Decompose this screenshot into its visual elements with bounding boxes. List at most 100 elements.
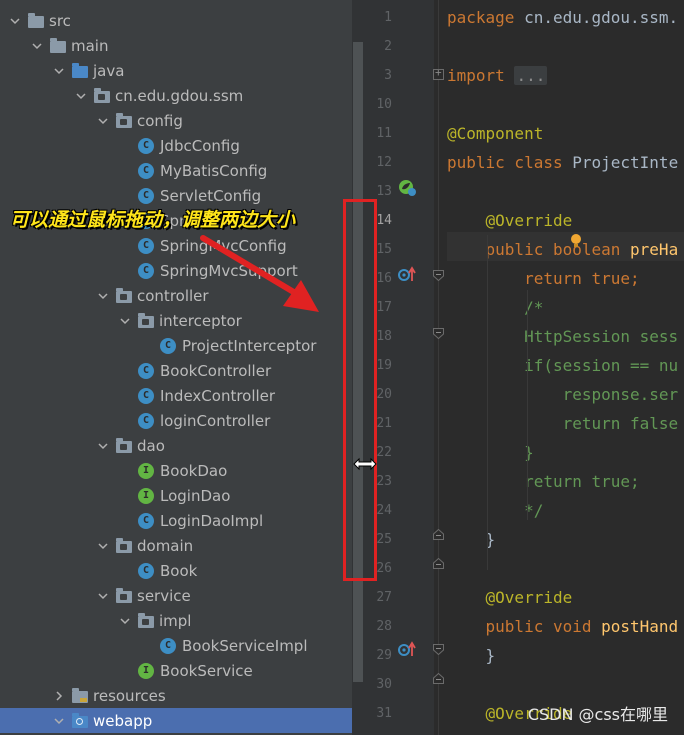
tree-item[interactable]: I BookService [0,658,352,683]
code-token: preHa [630,240,679,259]
code-token: return false [447,414,679,433]
code-line[interactable]: } [447,641,496,670]
tree-item[interactable]: C BookController [0,358,352,383]
chevron-down-icon[interactable] [52,64,66,78]
code-line[interactable]: @Override [447,206,573,235]
tree-item-label: impl [159,611,192,630]
tree-item[interactable]: config [0,108,352,133]
code-line[interactable]: public boolean preHa [447,235,679,264]
code-line[interactable]: return true; [447,264,640,293]
tree-item[interactable]: resources [0,683,352,708]
fold-collapse-icon[interactable] [433,328,444,339]
class-icon: C [138,562,154,579]
class-icon: C [138,362,154,379]
code-token: /* [447,298,544,317]
tree-item[interactable]: cn.edu.gdou.ssm [0,83,352,108]
chevron-down-icon[interactable] [96,439,110,453]
line-number: 11 [376,126,392,141]
package-icon [94,87,110,103]
chevron-down-icon[interactable] [96,589,110,603]
tree-item[interactable]: domain [0,533,352,558]
tree-item[interactable]: impl [0,608,352,633]
code-line[interactable]: return false [447,409,679,438]
fold-expand-icon[interactable] [433,66,444,80]
tree-item-label: BookService [160,661,253,680]
collapsed-imports[interactable]: ... [514,66,548,85]
tree-item[interactable]: I LoginDao [0,483,352,508]
chevron-down-icon[interactable] [96,539,110,553]
tree-item[interactable]: service [0,583,352,608]
tree-item[interactable]: C LoginDaoImpl [0,508,352,533]
tree-item[interactable]: C Book [0,558,352,583]
tree-item[interactable]: dao [0,433,352,458]
fold-collapse-icon[interactable] [433,270,444,281]
code-line[interactable]: package cn.edu.gdou.ssm. [447,3,678,32]
code-token: public void [447,617,602,636]
tree-item[interactable]: CloginController [0,408,352,433]
tree-item-label: cn.edu.gdou.ssm [115,86,244,105]
tree-item[interactable]: C ProjectInterceptor [0,333,352,358]
interface-icon: I [138,462,154,479]
chevron-down-icon[interactable] [96,289,110,303]
line-number: 28 [376,619,392,634]
tree-item[interactable]: C JdbcConfig [0,133,352,158]
code-line[interactable]: public void postHand [447,612,679,641]
fold-collapse-icon[interactable] [433,644,444,655]
code-editor[interactable]: package cn.edu.gdou.ssm. import ... @Compo… [447,0,684,735]
chevron-down-icon[interactable] [52,714,66,728]
override-method-icon[interactable] [398,641,418,657]
chevron-down-icon[interactable] [74,89,88,103]
tree-item[interactable]: C MyBatisConfig [0,158,352,183]
tree-item-label: resources [93,686,166,705]
code-line[interactable]: if(session == nu [447,351,678,380]
chevron-down-icon[interactable] [30,39,44,53]
code-line[interactable]: response.ser [447,380,679,409]
fold-end-icon[interactable] [433,558,444,569]
chevron-down-icon[interactable] [118,614,132,628]
chevron-down-icon[interactable] [96,114,110,128]
code-token: HttpSession sess [447,327,679,346]
tree-item-label: LoginDaoImpl [160,511,264,530]
line-number: 1 [384,10,392,25]
chevron-down-icon[interactable] [118,314,132,328]
code-line[interactable]: } [447,438,534,467]
tree-item-label: Book [160,561,198,580]
code-line[interactable]: return true; [447,467,640,496]
tree-item-label: ProjectInterceptor [182,336,317,355]
tree-item[interactable]: C IndexController [0,383,352,408]
resize-cursor-icon [353,457,377,471]
code-line[interactable]: public class ProjectInte [447,148,678,177]
code-line[interactable]: */ [447,496,543,525]
override-method-icon[interactable] [398,266,418,282]
tree-item[interactable]: java [0,58,352,83]
chevron-right-icon[interactable] [52,689,66,703]
project-tree-panel: src main java cn.edu.gdou.ssm config C JdbcCon… [0,0,352,735]
code-token: @Component [447,124,544,143]
spring-bean-icon[interactable] [397,178,419,198]
code-token: @Override [447,588,573,607]
chevron-down-icon[interactable] [8,14,22,28]
folder-icon [28,12,44,28]
tree-item[interactable]: I BookDao [0,458,352,483]
tree-item[interactable]: webapp [0,708,352,733]
code-line[interactable]: @Override [447,583,573,612]
intention-bulb-icon[interactable] [570,234,582,248]
tree-item-label: java [93,61,125,80]
code-line[interactable]: import ... [447,61,548,90]
fold-end-icon[interactable] [433,529,444,540]
class-icon: C [138,187,154,204]
code-line[interactable]: HttpSession sess [447,322,678,351]
fold-end-icon[interactable] [433,673,444,684]
tree-item[interactable]: main [0,33,352,58]
indent-guide [527,290,528,520]
class-icon: C [138,262,154,279]
tree-item-label: main [71,36,109,55]
code-line[interactable]: /* [447,293,543,322]
tree-item[interactable]: C BookServiceImpl [0,633,352,658]
interface-icon: I [138,662,154,679]
package-icon [138,612,154,628]
code-line[interactable]: @Component [447,119,543,148]
class-icon: C [138,412,154,429]
code-token: return true [447,269,631,288]
tree-item[interactable]: src [0,8,352,33]
